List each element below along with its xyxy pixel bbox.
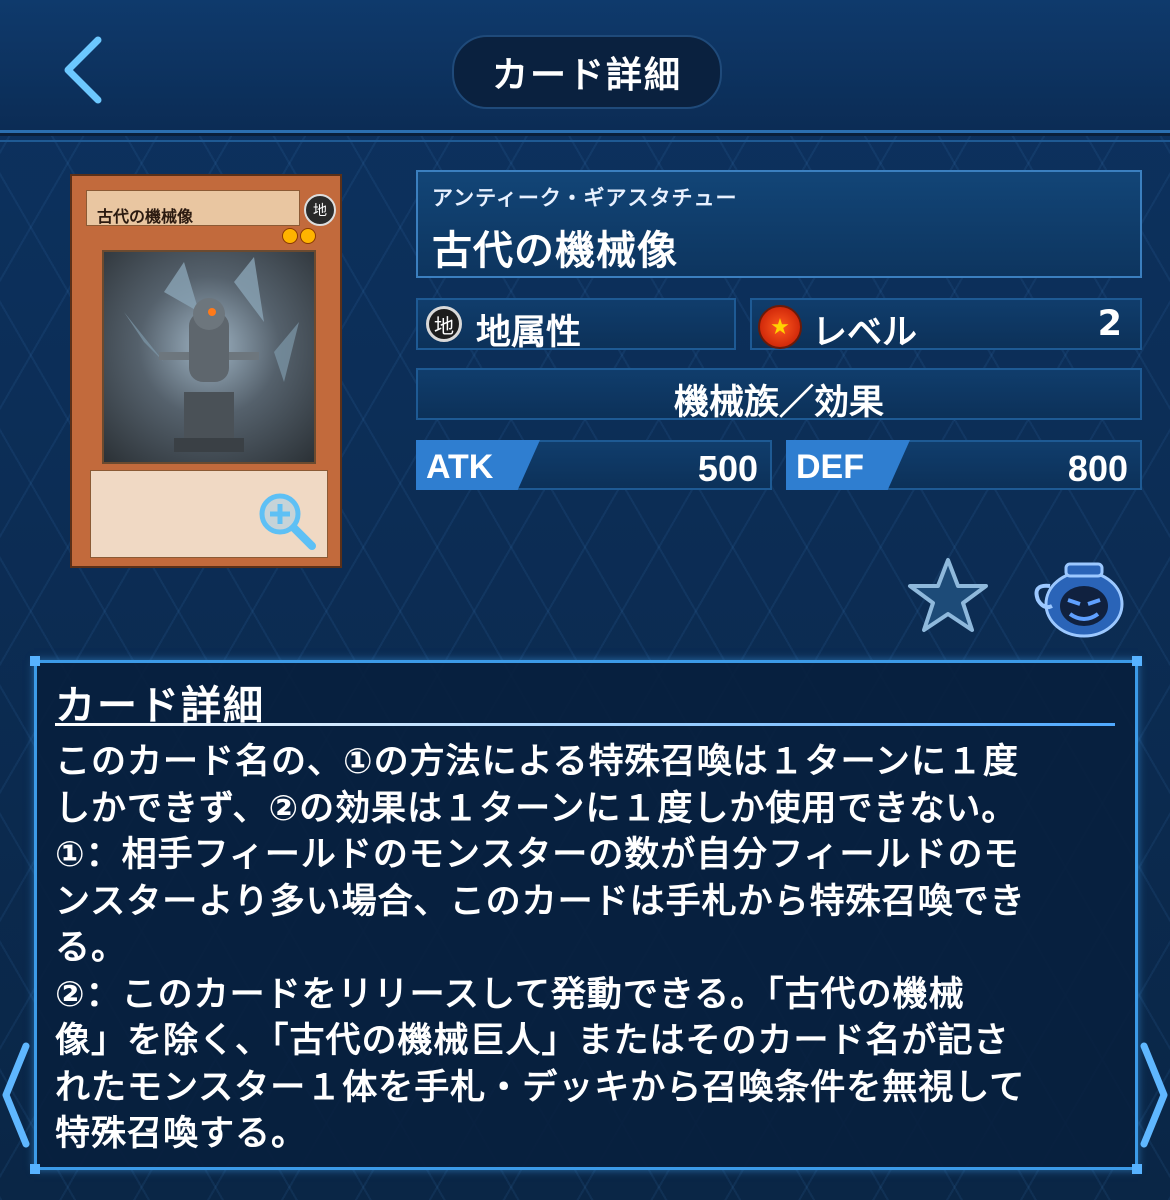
- effect-line: ②：このカードをリリースして発動できる。「古代の機械: [55, 974, 965, 1015]
- effect-line: れたモンスター１体を手札・デッキから召喚条件を無視して: [55, 1067, 1026, 1108]
- previous-card-button[interactable]: [0, 1040, 34, 1150]
- atk-label: ATK: [426, 448, 494, 486]
- effect-line: 特殊召喚する。: [55, 1114, 308, 1154]
- type-field: 機械族／効果: [416, 368, 1142, 423]
- card-image-attribute-icon: 地: [304, 194, 336, 226]
- atk-value: 500: [697, 448, 758, 489]
- zoom-icon[interactable]: [256, 490, 318, 552]
- card-image[interactable]: 古代の機械像 地: [70, 174, 342, 568]
- machine-statue-art: [124, 257, 299, 452]
- header-divider: [0, 140, 1170, 142]
- back-button[interactable]: [52, 34, 116, 106]
- level-label: レベル: [812, 313, 918, 353]
- card-name: 古代の機械像: [432, 228, 678, 274]
- level-star-icon: ★: [758, 305, 802, 349]
- card-name-box: アンティーク・ギアスタチュー 古代の機械像: [416, 170, 1142, 278]
- card-image-level-stars: [280, 228, 316, 248]
- effect-line: このカード名の、①の方法による特殊召喚は１ターンに１度: [55, 742, 1019, 782]
- effect-line: ンスターより多い場合、このカードは手札から特殊召喚でき: [55, 881, 1026, 922]
- page-title: カード詳細: [452, 35, 722, 109]
- effect-line: る。: [55, 928, 128, 968]
- effect-line: ①：相手フィールドのモンスターの数が自分フィールドのモ: [55, 835, 1020, 875]
- panel-corner: [1132, 656, 1142, 666]
- next-card-button[interactable]: [1136, 1040, 1170, 1150]
- card-image-name: 古代の機械像: [86, 190, 300, 226]
- card-effect-text: このカード名の、①の方法による特殊召喚は１ターンに１度 しかできず、②の効果は１…: [55, 739, 1115, 1158]
- effect-line: 像」を除く、「古代の機械巨人」またはそのカード名が記さ: [55, 1021, 1010, 1061]
- def-value: 800: [1067, 448, 1128, 489]
- atk-field: ATK 500: [416, 440, 772, 490]
- panel-corner: [30, 1164, 40, 1174]
- chevron-left-icon: [64, 36, 102, 104]
- type-line: 機械族／効果: [673, 383, 884, 423]
- panel-corner: [1132, 1164, 1142, 1174]
- attribute-label: 地属性: [476, 313, 582, 353]
- panel-corner: [30, 656, 40, 666]
- effect-line: しかできず、②の効果は１ターンに１度しか使用できない。: [55, 788, 1018, 829]
- attribute-field: 地 地属性: [416, 298, 736, 353]
- def-label: DEF: [796, 448, 864, 486]
- detail-divider: [55, 723, 1115, 726]
- header-bar: カード詳細: [0, 0, 1170, 142]
- card-artwork: [102, 250, 316, 464]
- level-value: 2: [1097, 304, 1122, 344]
- chevron-left-icon: [2, 1042, 30, 1148]
- card-detail-panel: カード詳細 このカード名の、①の方法による特殊召喚は１ターンに１度 しかできず、…: [30, 656, 1142, 1174]
- favorite-star-icon[interactable]: [906, 556, 990, 636]
- def-field: DEF 800: [786, 440, 1142, 490]
- chevron-right-icon: [1140, 1042, 1168, 1148]
- card-name-ruby: アンティーク・ギアスタチュー: [432, 186, 738, 210]
- pot-of-greed-icon[interactable]: [1030, 556, 1126, 638]
- earth-attribute-icon: 地: [426, 306, 462, 342]
- level-field: ★ レベル 2: [750, 298, 1142, 353]
